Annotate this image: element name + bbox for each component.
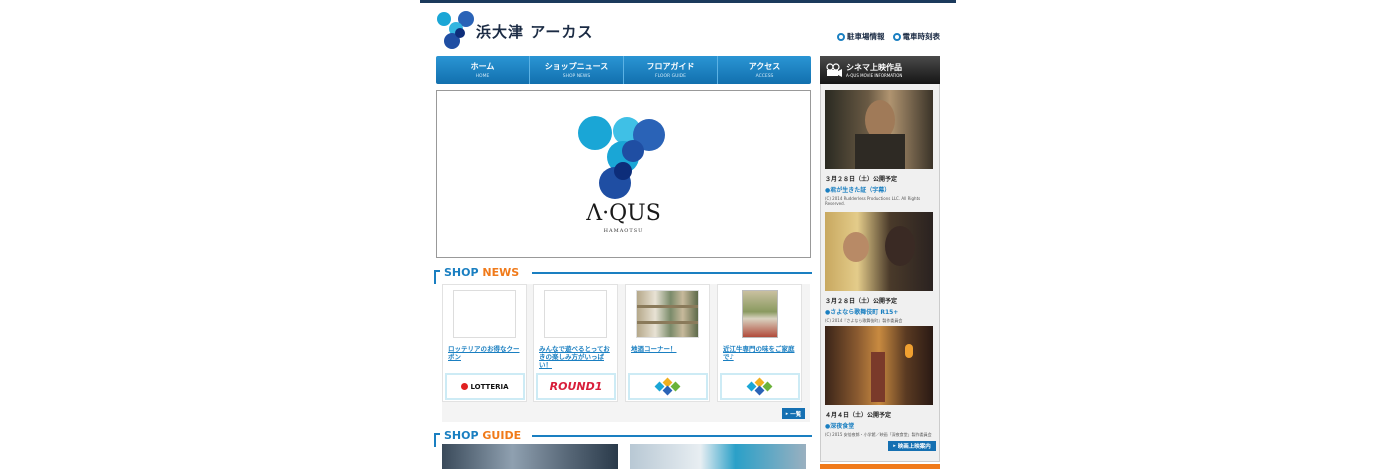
nav-label: ショップニュース bbox=[544, 62, 609, 71]
nav-label: フロアガイド bbox=[646, 62, 695, 71]
news-more-button[interactable]: ▸ 一覧 bbox=[782, 408, 805, 419]
film-camera-icon bbox=[826, 63, 842, 77]
nav-item-shop-news[interactable]: ショップニュース SHOP NEWS bbox=[530, 56, 624, 84]
movie-poster[interactable] bbox=[825, 90, 933, 169]
shop-news-list: ロッテリアのお得なクーポン LOTTERIA みんなで遊べるとっておきの楽しみ方… bbox=[442, 284, 810, 422]
movie-title-link[interactable]: ●君が生きた証（字幕） bbox=[825, 185, 935, 194]
heading-bracket bbox=[434, 270, 440, 284]
shop-logo[interactable] bbox=[720, 373, 800, 400]
movie-poster[interactable] bbox=[825, 212, 933, 291]
main-nav: ホーム HOME ショップニュース SHOP NEWS フロアガイド FLOOR… bbox=[436, 56, 811, 84]
heading-text: SHOP GUIDE bbox=[444, 429, 522, 442]
aqus-mark-icon bbox=[578, 116, 665, 199]
shop-news-heading: SHOP NEWS bbox=[434, 266, 812, 284]
train-timetable-link[interactable]: 電車時刻表 bbox=[892, 31, 941, 42]
parking-info-label: 駐車場情報 bbox=[847, 32, 885, 41]
news-card[interactable]: 近江牛専門の味をご家庭で♪ bbox=[717, 284, 802, 402]
movie-title-link[interactable]: ●さよなら歌舞伎町 R15+ bbox=[825, 307, 935, 316]
train-timetable-label: 電車時刻表 bbox=[902, 32, 941, 41]
nav-sublabel: ACCESS bbox=[755, 74, 774, 79]
news-thumbnail[interactable] bbox=[636, 290, 699, 338]
movie-title-link[interactable]: ●深夜食堂 bbox=[825, 421, 935, 430]
shop-logo[interactable]: LOTTERIA bbox=[445, 373, 525, 400]
shop-diamond-logo-icon bbox=[654, 377, 681, 395]
nav-label: アクセス bbox=[748, 62, 781, 71]
arrow-right-icon: ▸ bbox=[785, 410, 789, 417]
aqus-logo-icon[interactable] bbox=[436, 11, 480, 51]
movie-release-date: ３月２８日（土）公開予定 bbox=[825, 176, 898, 183]
cinema-sidebar: シネマ上映作品 A-QUS MOVIE INFORMATION ３月２８日（土）… bbox=[820, 56, 940, 469]
shop-guide-heading: SHOP GUIDE bbox=[434, 429, 812, 447]
hero-subtitle: HAMAOTSU bbox=[603, 228, 644, 234]
movie-release-date: ４月４日（土）公開予定 bbox=[825, 412, 892, 419]
news-thumbnail[interactable] bbox=[453, 290, 516, 338]
news-title-link[interactable]: ロッテリアのお得なクーポン bbox=[448, 345, 524, 361]
heading-bracket bbox=[434, 433, 440, 447]
news-thumbnail[interactable] bbox=[728, 290, 791, 338]
cinema-subtitle: A-QUS MOVIE INFORMATION bbox=[846, 73, 903, 78]
news-card[interactable]: 地酒コーナー！ bbox=[625, 284, 710, 402]
movie-info-label: 映画上映案内 bbox=[897, 444, 931, 450]
cinema-list: ３月２８日（土）公開予定 ●君が生きた証（字幕） (C) 2014 Rudder… bbox=[820, 84, 940, 462]
bullet-icon bbox=[837, 32, 845, 41]
movie-item[interactable]: ３月２８日（土）公開予定 ●君が生きた証（字幕） (C) 2014 Rudder… bbox=[825, 90, 935, 206]
shop-guide-image[interactable] bbox=[442, 444, 618, 469]
movie-release-date: ３月２８日（土）公開予定 bbox=[825, 298, 898, 305]
news-card[interactable]: ロッテリアのお得なクーポン LOTTERIA bbox=[442, 284, 527, 402]
header-links: 駐車場情報 電車時刻表 bbox=[837, 31, 940, 42]
news-title-link[interactable]: 近江牛専門の味をご家庭で♪ bbox=[723, 345, 799, 361]
movie-copyright: (C) 2014『さよなら歌舞伎町』製作委員会 bbox=[825, 318, 903, 323]
news-title-link[interactable]: 地酒コーナー！ bbox=[631, 345, 707, 353]
movie-copyright: (C) 2015 安倍夜郎・小学館／映画「深夜食堂」製作委員会 bbox=[825, 432, 932, 437]
nav-sublabel: HOME bbox=[475, 74, 490, 79]
news-thumbnail[interactable] bbox=[544, 290, 607, 338]
cinema-title: シネマ上映作品 bbox=[846, 63, 902, 72]
nav-sublabel: FLOOR GUIDE bbox=[655, 74, 686, 79]
news-title-link[interactable]: みんなで遊べるとっておきの楽しみ方がいっぱい！ bbox=[539, 345, 615, 369]
bullet-icon bbox=[892, 32, 901, 41]
heading-rule bbox=[532, 435, 812, 437]
heading-rule bbox=[532, 272, 812, 274]
parking-info-link[interactable]: 駐車場情報 bbox=[837, 31, 885, 42]
lotteria-logo-icon: LOTTERIA bbox=[461, 383, 509, 391]
news-more-label: 一覧 bbox=[790, 411, 802, 418]
site-logo-text[interactable]: 浜大津 アーカス bbox=[476, 21, 593, 42]
page: 浜大津 アーカス 駐車場情報 電車時刻表 ホーム HOME ショップニュース S… bbox=[420, 0, 956, 469]
shop-logo[interactable] bbox=[628, 373, 708, 400]
sidebar-next-banner[interactable] bbox=[820, 464, 940, 469]
shop-logo[interactable]: ROUND1 bbox=[536, 373, 616, 400]
movie-poster[interactable] bbox=[825, 326, 933, 405]
hero-banner: Λ·QUS HAMAOTSU bbox=[436, 90, 811, 258]
movie-info-button[interactable]: ▸ 映画上映案内 bbox=[888, 441, 936, 451]
movie-item[interactable]: ３月２８日（土）公開予定 ●さよなら歌舞伎町 R15+ (C) 2014『さよな… bbox=[825, 212, 935, 323]
movie-item[interactable]: ４月４日（土）公開予定 ●深夜食堂 (C) 2015 安倍夜郎・小学館／映画「深… bbox=[825, 326, 935, 437]
nav-sublabel: SHOP NEWS bbox=[562, 74, 591, 79]
arrow-right-icon: ▸ bbox=[893, 443, 896, 449]
nav-item-home[interactable]: ホーム HOME bbox=[436, 56, 530, 84]
shop-diamond-logo-icon bbox=[746, 377, 773, 395]
news-card[interactable]: みんなで遊べるとっておきの楽しみ方がいっぱい！ ROUND1 bbox=[533, 284, 618, 402]
movie-copyright: (C) 2014 Rudderless Productions LLC. All… bbox=[825, 196, 921, 206]
cinema-header: シネマ上映作品 A-QUS MOVIE INFORMATION bbox=[820, 56, 940, 84]
nav-item-access[interactable]: アクセス ACCESS bbox=[718, 56, 811, 84]
heading-text: SHOP NEWS bbox=[444, 266, 520, 279]
nav-label: ホーム bbox=[470, 62, 495, 71]
round1-logo-icon: ROUND1 bbox=[549, 380, 603, 393]
shop-guide-image[interactable] bbox=[630, 444, 806, 469]
nav-item-floor-guide[interactable]: フロアガイド FLOOR GUIDE bbox=[624, 56, 718, 84]
hero-title: Λ·QUS bbox=[586, 201, 661, 226]
